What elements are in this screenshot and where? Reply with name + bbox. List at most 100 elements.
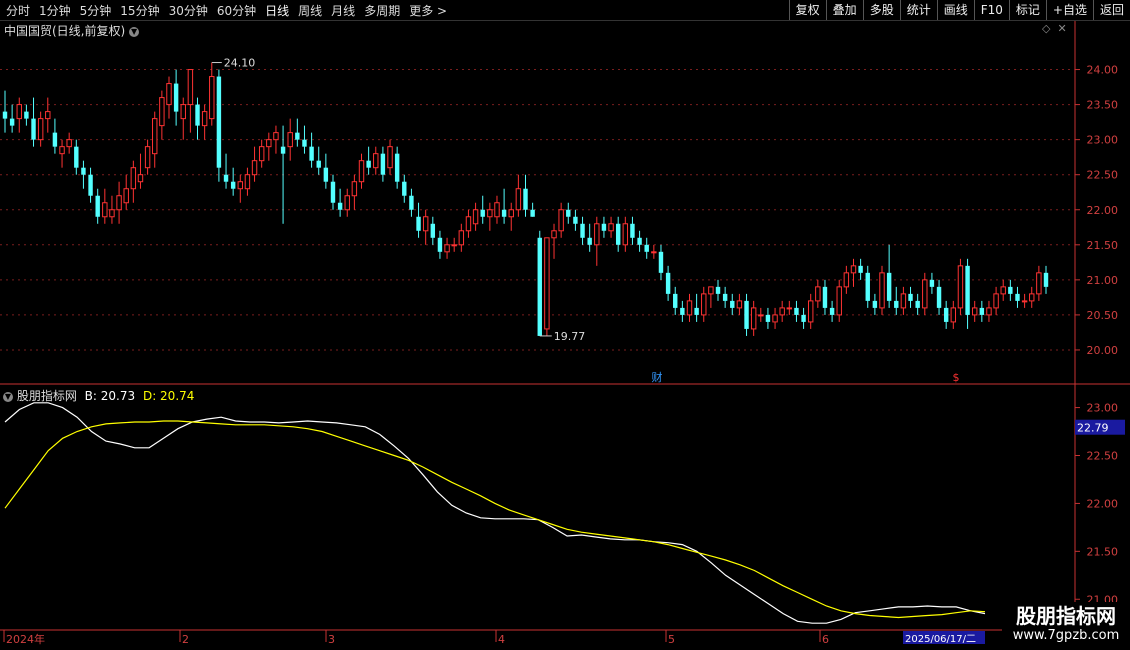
candle-129 (922, 272, 928, 315)
candle-100 (715, 279, 721, 301)
toolbar-button-2[interactable]: 多股 (862, 0, 900, 20)
candle-body (686, 300, 693, 316)
candle-58 (416, 202, 421, 238)
chevron-down-icon[interactable]: ▼ (129, 26, 140, 37)
candle-body (843, 272, 850, 288)
candle-body (1008, 286, 1013, 294)
candle-3 (24, 104, 29, 126)
candle-body (430, 223, 436, 238)
candle-66 (472, 202, 479, 231)
candle-96 (686, 293, 693, 322)
candle-body (337, 202, 343, 210)
toolbar-button-0[interactable]: 复权 (788, 0, 826, 20)
period-tab-0[interactable]: 分时 (6, 2, 30, 19)
candle-123 (879, 265, 885, 315)
period-tab-6[interactable]: 日线 (265, 2, 289, 19)
candle-35 (251, 146, 258, 182)
candle-body (715, 286, 721, 294)
candle-82 (587, 223, 592, 252)
candle-body (957, 265, 964, 309)
period-tab-7[interactable]: 周线 (298, 2, 322, 19)
candle-144 (1029, 286, 1035, 308)
candle-body (144, 146, 151, 169)
candle-body (950, 307, 957, 323)
candle-31 (223, 153, 229, 189)
candle-118 (843, 265, 850, 294)
candle-12 (88, 167, 93, 203)
candle-body (137, 174, 144, 183)
candle-body (722, 293, 728, 301)
toolbar-button-1[interactable]: 叠加 (825, 0, 863, 20)
candle-104 (744, 293, 749, 336)
toolbar-button-6[interactable]: 标记 (1008, 0, 1046, 20)
candle-22 (159, 90, 165, 140)
candle-body (387, 146, 393, 169)
candle-19 (137, 153, 144, 189)
period-tab-4[interactable]: 30分钟 (169, 2, 208, 19)
candle-88 (630, 216, 635, 245)
candle-body (173, 83, 179, 112)
watermark: 股朋指标网 www.7gpzb.com (1002, 602, 1130, 650)
candle-48 (344, 188, 350, 217)
candle-13 (95, 188, 100, 224)
candle-70 (501, 188, 507, 224)
candle-body (894, 300, 899, 308)
candle-84 (601, 216, 607, 238)
period-tab-10[interactable]: 更多 > (409, 2, 447, 19)
candle-111 (794, 300, 799, 322)
period-tab-3[interactable]: 15分钟 (120, 2, 159, 19)
toolbar-button-8[interactable]: 返回 (1092, 0, 1130, 20)
candle-body (102, 202, 108, 218)
candle-54 (387, 139, 393, 175)
candle-65 (465, 209, 472, 238)
period-tab-5[interactable]: 60分钟 (217, 2, 256, 19)
diamond-icon[interactable]: ◇ (1042, 22, 1050, 35)
toolbar-button-3[interactable]: 统计 (899, 0, 937, 20)
ind-tick-label-3: 21.50 (1087, 545, 1119, 558)
candle-78 (558, 202, 564, 238)
candle-body (708, 286, 714, 295)
chevron-down-icon[interactable]: ▼ (3, 391, 13, 402)
candle-53 (380, 146, 386, 182)
candle-body (900, 293, 907, 309)
candle-122 (872, 293, 878, 315)
candle-80 (573, 209, 578, 231)
main-tick-label-2: 23.00 (1087, 134, 1119, 147)
candle-body (544, 237, 550, 330)
date-tick-label-3: 4 (498, 633, 505, 646)
period-tab-8[interactable]: 月线 (331, 2, 355, 19)
indicator-name: 股朋指标网 (16, 389, 77, 403)
candle-body (152, 118, 158, 155)
candle-body (594, 223, 600, 246)
candle-83 (594, 216, 600, 266)
date-tick-label-0: 2024年 (6, 632, 45, 646)
close-icon[interactable]: ✕ (1057, 22, 1066, 35)
candle-body (16, 104, 22, 120)
candle-130 (929, 272, 935, 294)
candle-128 (915, 293, 920, 315)
candle-body (673, 293, 678, 308)
period-tab-2[interactable]: 5分钟 (80, 2, 112, 19)
toolbar-button-5[interactable]: F10 (973, 0, 1009, 20)
period-tab-1[interactable]: 1分钟 (39, 2, 71, 19)
toolbar-button-4[interactable]: 画线 (936, 0, 974, 20)
candle-75 (537, 230, 542, 336)
candle-body (829, 307, 835, 315)
main-tick-label-0: 24.00 (1087, 64, 1119, 77)
period-tab-9[interactable]: 多周期 (364, 2, 400, 19)
candle-body (409, 195, 414, 210)
candle-body (615, 223, 621, 245)
candle-body (929, 279, 935, 287)
candle-body (244, 174, 251, 190)
date-tick-label-5: 6 (822, 633, 829, 646)
candle-body (794, 307, 799, 315)
candle-115 (822, 279, 828, 315)
candle-97 (694, 293, 699, 322)
candle-85 (608, 216, 614, 238)
toolbar-button-7[interactable]: +自选 (1045, 0, 1093, 20)
candle-body (815, 286, 821, 302)
candle-77 (551, 223, 557, 259)
candle-body (608, 223, 614, 232)
candle-137 (979, 300, 985, 322)
candle-body (566, 209, 571, 217)
